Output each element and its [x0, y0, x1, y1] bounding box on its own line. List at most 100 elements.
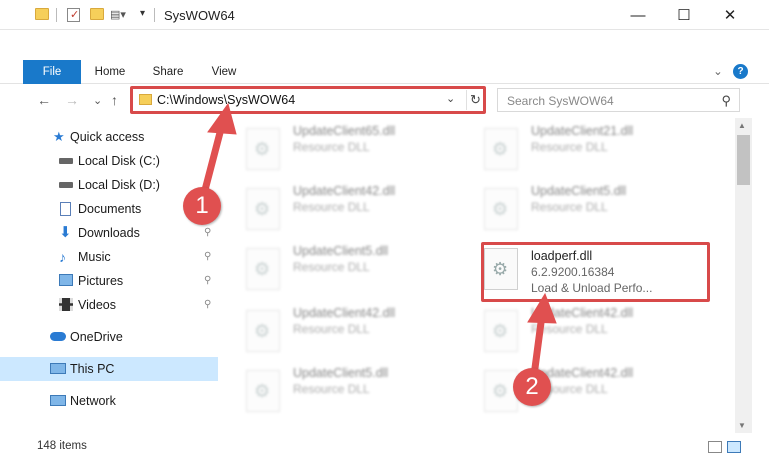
- documents-icon: [60, 202, 71, 216]
- file-description: Resource DLL: [293, 322, 370, 336]
- dll-file-icon: [246, 248, 280, 290]
- file-item[interactable]: UpdateClient5.dll Resource DLL: [234, 360, 464, 420]
- customize-toolbar-icon[interactable]: ▤▾: [110, 8, 132, 22]
- videos-icon: [59, 298, 73, 311]
- search-box[interactable]: Search SysWOW64 ⚲: [497, 88, 740, 112]
- pictures-icon: [59, 274, 73, 286]
- scroll-up-icon[interactable]: ▲: [738, 121, 746, 130]
- sidebar-item-label: Local Disk (D:): [78, 178, 160, 192]
- details-view-icon[interactable]: [708, 441, 722, 453]
- pin-icon[interactable]: ⚲: [204, 245, 211, 269]
- recent-locations-icon[interactable]: ⌄: [93, 94, 102, 107]
- up-icon[interactable]: ↑: [111, 92, 118, 108]
- file-description: Resource DLL: [293, 382, 370, 396]
- sidebar-item-this-pc[interactable]: This PC: [0, 357, 218, 381]
- sidebar-item-label: Pictures: [78, 274, 124, 288]
- sidebar-item-label: Documents: [78, 202, 142, 216]
- scrollbar-thumb[interactable]: [737, 135, 750, 185]
- sidebar-item-label: OneDrive: [70, 330, 123, 344]
- properties-icon[interactable]: [67, 8, 80, 22]
- dll-file-icon: [246, 370, 280, 412]
- file-item[interactable]: UpdateClient42.dll Resource DLL: [472, 300, 702, 360]
- step-2-badge: 2: [513, 368, 551, 406]
- sidebar-item-network[interactable]: Network: [0, 389, 218, 413]
- dll-file-icon: [246, 128, 280, 170]
- file-description: Resource DLL: [293, 200, 370, 214]
- step-1-badge: 1: [183, 187, 221, 225]
- item-count: 148 items: [37, 440, 87, 452]
- cloud-icon: [50, 332, 66, 341]
- star-icon: ★: [53, 129, 65, 144]
- file-name: UpdateClient5.dll: [293, 366, 389, 380]
- status-bar: 148 items: [0, 435, 769, 457]
- dll-file-icon: [484, 188, 518, 230]
- dll-file-icon: [484, 310, 518, 352]
- sidebar-item-local-disk-c[interactable]: Local Disk (C:): [0, 149, 218, 173]
- drive-icon: [59, 182, 73, 188]
- tab-home[interactable]: Home: [88, 60, 132, 84]
- file-item[interactable]: UpdateClient42.dll Resource DLL: [234, 300, 464, 360]
- file-item[interactable]: UpdateClient5.dll Resource DLL: [234, 238, 464, 298]
- file-item[interactable]: UpdateClient5.dll Resource DLL: [472, 178, 702, 238]
- quick-access-dropdown-icon[interactable]: ▾: [140, 8, 145, 19]
- tab-view[interactable]: View: [202, 60, 246, 84]
- sidebar-item-pictures[interactable]: Pictures ⚲: [0, 269, 218, 293]
- ribbon-collapse-icon[interactable]: ⌄: [708, 60, 728, 84]
- vertical-scrollbar[interactable]: ▲ ▼: [735, 118, 752, 433]
- file-name: UpdateClient42.dll: [293, 306, 396, 320]
- file-name: UpdateClient42.dll: [531, 306, 634, 320]
- folder-icon: [35, 8, 49, 20]
- tab-file[interactable]: File: [23, 60, 81, 84]
- maximize-icon[interactable]: ☐: [661, 0, 707, 30]
- file-description: Resource DLL: [293, 260, 370, 274]
- file-name: UpdateClient42.dll: [293, 184, 396, 198]
- network-icon: [50, 395, 66, 406]
- sidebar-item-music[interactable]: ♪ Music ⚲: [0, 245, 218, 269]
- ribbon-tabs: File Home Share View ⌄ ?: [0, 60, 769, 84]
- sidebar-item-label: Music: [78, 250, 111, 264]
- file-item[interactable]: UpdateClient42.dll Resource DLL: [472, 360, 702, 420]
- window-title: SysWOW64: [164, 8, 235, 23]
- drive-icon: [59, 158, 73, 164]
- sidebar-item-label: Local Disk (C:): [78, 154, 160, 168]
- minimize-icon[interactable]: —: [615, 0, 661, 30]
- file-item[interactable]: UpdateClient65.dll Resource DLL: [234, 118, 464, 178]
- search-input[interactable]: Search SysWOW64: [507, 94, 614, 108]
- sidebar-item-videos[interactable]: Videos ⚲: [0, 293, 218, 317]
- forward-icon[interactable]: →: [65, 92, 79, 108]
- close-icon[interactable]: ✕: [707, 0, 753, 30]
- sidebar-item-local-disk-d[interactable]: Local Disk (D:): [0, 173, 218, 197]
- music-icon: ♪: [59, 249, 66, 265]
- file-item[interactable]: UpdateClient21.dll Resource DLL: [472, 118, 702, 178]
- address-highlight: [130, 86, 486, 114]
- download-icon: ⬇: [59, 224, 72, 241]
- pin-icon[interactable]: ⚲: [204, 293, 211, 317]
- dll-file-icon: [246, 310, 280, 352]
- file-description: Resource DLL: [531, 200, 608, 214]
- file-item[interactable]: UpdateClient42.dll Resource DLL: [234, 178, 464, 238]
- file-description: Resource DLL: [293, 140, 370, 154]
- scroll-down-icon[interactable]: ▼: [738, 421, 746, 430]
- dll-file-icon: [246, 188, 280, 230]
- search-icon[interactable]: ⚲: [721, 93, 731, 109]
- pin-icon[interactable]: ⚲: [204, 269, 211, 293]
- sidebar-item-onedrive[interactable]: OneDrive: [0, 325, 218, 349]
- file-name: UpdateClient5.dll: [531, 184, 627, 198]
- back-icon[interactable]: ←: [37, 92, 51, 108]
- help-icon[interactable]: ?: [733, 64, 748, 79]
- file-description: Resource DLL: [531, 322, 608, 336]
- computer-icon: [50, 363, 66, 374]
- sidebar-item-label: Network: [70, 394, 116, 408]
- file-highlight: [481, 242, 710, 302]
- file-description: Resource DLL: [531, 140, 608, 154]
- sidebar-item-label: Quick access: [70, 130, 145, 144]
- file-name: UpdateClient21.dll: [531, 124, 634, 138]
- tab-share[interactable]: Share: [146, 60, 190, 84]
- dll-file-icon: [484, 128, 518, 170]
- sidebar-item-downloads[interactable]: ⬇ Downloads ⚲: [0, 221, 218, 245]
- sidebar-item-quick-access[interactable]: ★ Quick access: [0, 125, 218, 149]
- divider: [56, 8, 57, 22]
- new-folder-icon[interactable]: [90, 8, 104, 20]
- large-icons-view-icon[interactable]: [727, 441, 741, 453]
- file-name: UpdateClient5.dll: [293, 244, 389, 258]
